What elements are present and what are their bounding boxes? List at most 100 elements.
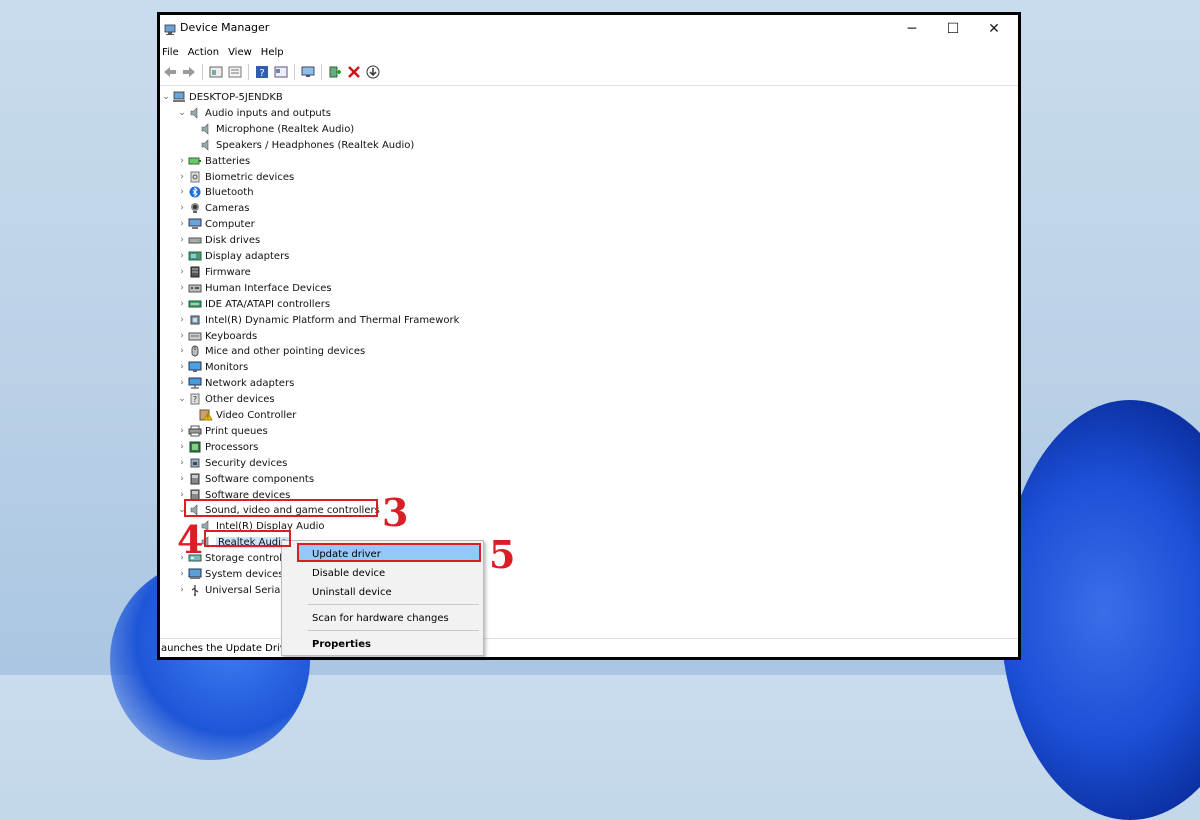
toolbar-divider — [160, 85, 1018, 86]
minimize-button[interactable]: ─ — [892, 15, 932, 43]
forward-arrow-icon[interactable] — [181, 64, 197, 80]
title-bar[interactable]: Device Manager ─ ☐ ✕ — [160, 15, 1018, 43]
tree-item-label: Audio inputs and outputs — [205, 107, 331, 119]
details-view-icon[interactable] — [273, 64, 289, 80]
chevron-right-icon[interactable]: › — [176, 251, 188, 261]
firmware-icon — [188, 266, 202, 278]
chevron-right-icon[interactable]: › — [176, 458, 188, 468]
chip-icon — [188, 314, 202, 326]
tree-item-label: Network adapters — [205, 377, 295, 389]
tree-item-speakers-headphones-realtek-audio[interactable]: Speakers / Headphones (Realtek Audio) — [193, 137, 414, 153]
tree-root-label: DESKTOP-5JENDKB — [189, 91, 283, 103]
chevron-right-icon[interactable]: › — [176, 585, 188, 595]
tree-item-label: Other devices — [205, 393, 275, 405]
tree-item-firmware[interactable]: › Firmware — [176, 264, 251, 280]
svg-text:!: ! — [207, 415, 209, 422]
menu-action[interactable]: Action — [185, 47, 225, 58]
computer-icon — [172, 91, 186, 103]
close-button[interactable]: ✕ — [974, 15, 1014, 43]
tree-item-label: Firmware — [205, 266, 251, 278]
tree-item-print-queues[interactable]: › Print queues — [176, 423, 268, 439]
back-arrow-icon[interactable] — [162, 64, 178, 80]
chevron-right-icon[interactable]: › — [176, 267, 188, 277]
help-icon[interactable]: ? — [254, 64, 270, 80]
properties-view-icon[interactable] — [208, 64, 224, 80]
chevron-right-icon[interactable]: › — [176, 362, 188, 372]
battery-icon — [188, 155, 202, 167]
uninstall-device-icon[interactable] — [346, 64, 362, 80]
download-icon[interactable] — [365, 64, 381, 80]
tree-item-bluetooth[interactable]: › Bluetooth — [176, 184, 254, 200]
toolbar-separator — [202, 64, 203, 80]
chevron-right-icon[interactable]: › — [176, 474, 188, 484]
tree-item-label: Monitors — [205, 361, 249, 373]
chevron-right-icon[interactable]: › — [176, 235, 188, 245]
chevron-right-icon[interactable]: › — [176, 315, 188, 325]
menu-view[interactable]: View — [225, 47, 258, 58]
speaker-icon — [199, 123, 213, 135]
context-disable-device[interactable]: Disable device — [312, 565, 385, 581]
tree-item-keyboards[interactable]: › Keyboards — [176, 328, 257, 344]
tree-item-label: Security devices — [205, 457, 288, 469]
chevron-right-icon[interactable]: › — [176, 569, 188, 579]
context-uninstall-device[interactable]: Uninstall device — [312, 584, 392, 600]
tree-item-microphone-realtek-audio[interactable]: Microphone (Realtek Audio) — [193, 121, 354, 137]
tree-item-video-controller[interactable]: ! Video Controller — [193, 407, 296, 423]
tree-item-label: Mice and other pointing devices — [205, 345, 366, 357]
scan-hardware-icon[interactable] — [300, 64, 316, 80]
chevron-right-icon[interactable]: › — [176, 187, 188, 197]
tree-item-ide-ata-atapi-controllers[interactable]: › IDE ATA/ATAPI controllers — [176, 296, 330, 312]
chevron-right-icon[interactable]: › — [176, 156, 188, 166]
tree-item-security-devices[interactable]: › Security devices — [176, 455, 287, 471]
menu-file[interactable]: File — [160, 47, 185, 58]
context-scan-hardware[interactable]: Scan for hardware changes — [312, 610, 449, 626]
tree-item-biometric-devices[interactable]: › Biometric devices — [176, 169, 294, 185]
unknown-device-icon: ? — [188, 393, 202, 405]
tree-item-audio-inputs-and-outputs[interactable]: ⌄ Audio inputs and outputs — [176, 105, 331, 121]
tree-item-computer[interactable]: › Computer — [176, 216, 255, 232]
chevron-right-icon[interactable]: › — [176, 283, 188, 293]
tree-item-batteries[interactable]: › Batteries — [176, 153, 250, 169]
printer-icon — [188, 425, 202, 437]
toolbar-separator — [321, 64, 322, 80]
chevron-right-icon[interactable]: › — [176, 426, 188, 436]
tree-item-intel-r-dynamic-platform-and-thermal-framework[interactable]: › Intel(R) Dynamic Platform and Thermal F… — [176, 312, 459, 328]
speaker-icon — [199, 139, 213, 151]
tree-item-software-components[interactable]: › Software components — [176, 471, 314, 487]
tree-item-universal-serial[interactable]: › Universal Serial — [176, 582, 283, 598]
chevron-right-icon[interactable]: › — [176, 219, 188, 229]
chevron-down-icon[interactable]: ⌄ — [176, 394, 188, 404]
window-title: Device Manager — [180, 21, 270, 34]
bluetooth-icon — [188, 186, 202, 198]
tree-item-cameras[interactable]: › Cameras — [176, 200, 249, 216]
tree-item-human-interface-devices[interactable]: › Human Interface Devices — [176, 280, 332, 296]
chevron-right-icon[interactable]: › — [176, 203, 188, 213]
tree-item-processors[interactable]: › Processors — [176, 439, 258, 455]
tree-item-label: Intel(R) Dynamic Platform and Thermal Fr… — [205, 314, 460, 326]
tree-item-label: Software components — [205, 473, 315, 485]
chevron-right-icon[interactable]: › — [176, 442, 188, 452]
chevron-right-icon[interactable]: › — [176, 299, 188, 309]
maximize-button[interactable]: ☐ — [933, 15, 973, 43]
tree-item-system-devices[interactable]: › System devices — [176, 566, 284, 582]
menu-help[interactable]: Help — [258, 47, 290, 58]
chevron-down-icon[interactable]: ⌄ — [176, 108, 188, 118]
tree-item-other-devices[interactable]: ⌄? Other devices — [176, 391, 275, 407]
tree-item-disk-drives[interactable]: › Disk drives — [176, 232, 260, 248]
chevron-down-icon[interactable]: ⌄ — [160, 92, 172, 102]
chevron-right-icon[interactable]: › — [176, 378, 188, 388]
device-manager-icon — [164, 21, 176, 40]
tree-root[interactable]: ⌄ DESKTOP-5JENDKB — [160, 89, 283, 105]
update-driver-icon[interactable] — [327, 64, 343, 80]
tree-item-display-adapters[interactable]: › Display adapters — [176, 248, 289, 264]
chevron-right-icon[interactable]: › — [176, 346, 188, 356]
show-hidden-icon[interactable] — [227, 64, 243, 80]
tree-item-monitors[interactable]: › Monitors — [176, 359, 248, 375]
chevron-right-icon[interactable]: › — [176, 331, 188, 341]
chevron-right-icon[interactable]: › — [176, 172, 188, 182]
security-icon — [188, 457, 202, 469]
tree-item-label: Human Interface Devices — [205, 282, 332, 294]
context-properties[interactable]: Properties — [312, 636, 371, 652]
tree-item-mice-and-other-pointing-devices[interactable]: › Mice and other pointing devices — [176, 343, 365, 359]
tree-item-network-adapters[interactable]: › Network adapters — [176, 375, 294, 391]
